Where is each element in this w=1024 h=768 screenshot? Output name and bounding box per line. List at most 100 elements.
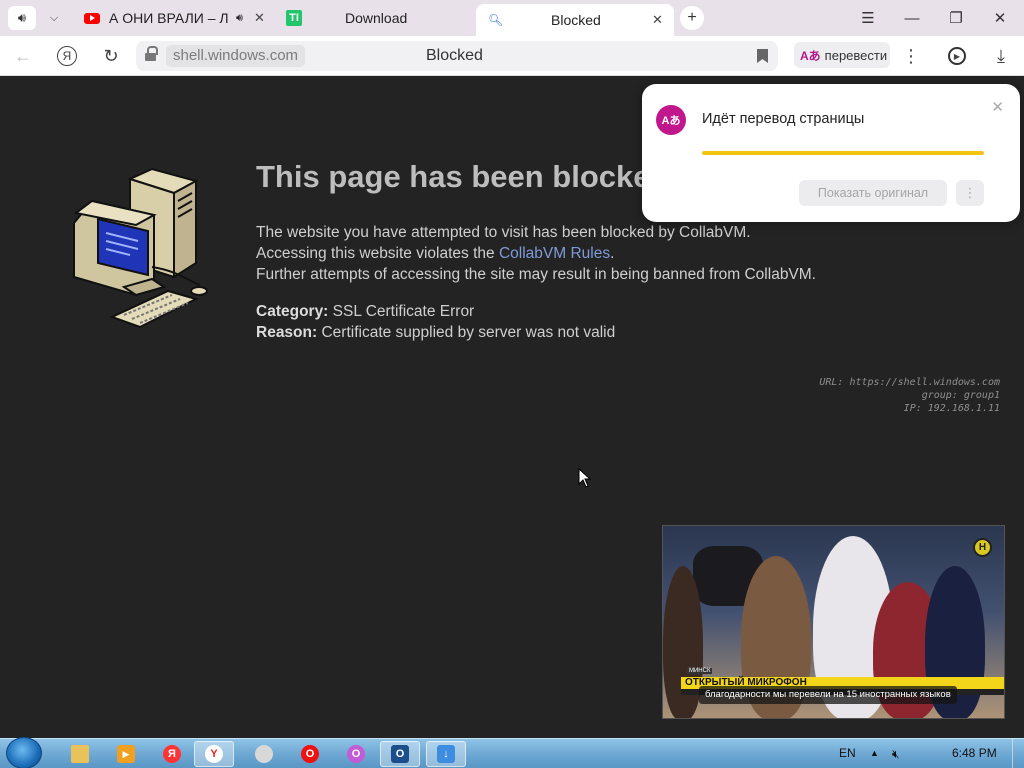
yandex-button[interactable]: Я	[54, 44, 80, 68]
language-indicator[interactable]: EN	[839, 746, 856, 760]
more-options-button[interactable]: ⋮	[898, 44, 924, 68]
omnibox-page-title: Blocked	[426, 47, 483, 64]
taskbar-yandex-browser[interactable]: Y	[194, 741, 234, 767]
chevron-down-icon: ⌵	[49, 11, 59, 24]
plus-icon: +	[687, 9, 697, 26]
omnibox[interactable]: shell.windows.com Blocked	[136, 41, 778, 71]
arrow-left-icon: ←	[14, 45, 32, 66]
taskbar-explorer[interactable]	[60, 741, 100, 767]
reason-label: Reason:	[256, 324, 318, 341]
lock-icon[interactable]	[145, 46, 158, 62]
message-line: Further attempts of accessing the site m…	[256, 266, 816, 283]
restore-icon: ❐	[949, 10, 963, 27]
back-button[interactable]: ←	[10, 44, 36, 68]
page-title: This page has been blocked	[256, 159, 670, 194]
close-icon[interactable]: ✕	[991, 98, 1004, 116]
reason-row: Reason: Certificate supplied by server w…	[256, 322, 615, 343]
progress-fill	[702, 151, 984, 155]
video-subtitle: благодарности мы перевели на 15 иностран…	[699, 686, 957, 704]
translate-progress	[702, 151, 984, 155]
translate-icon: Aあ	[656, 105, 686, 135]
youtube-icon	[84, 12, 100, 24]
minimize-button[interactable]: —	[897, 6, 927, 30]
computer-icon	[73, 167, 208, 329]
taskbar-app-2[interactable]: O	[380, 741, 420, 767]
translate-icon: Aあ	[800, 48, 821, 63]
new-tab-button[interactable]: +	[680, 6, 704, 30]
meta-ip: IP: 192.168.1.11	[903, 403, 1000, 414]
downloads-button[interactable]: ⤓	[988, 44, 1014, 68]
collabvm-rules-link[interactable]: CollabVM Rules	[499, 245, 610, 262]
bookmark-icon[interactable]	[757, 49, 768, 63]
close-icon: ✕	[993, 10, 1007, 27]
speaker-icon: 🔊︎	[17, 10, 27, 25]
taskbar-yandex[interactable]: Я	[152, 741, 192, 767]
video-city: МИНСК	[687, 668, 713, 674]
block-message: The website you have attempted to visit …	[256, 222, 816, 285]
picture-in-picture-video[interactable]: Н МИНСК ОТКРЫТЫЙ МИКРОФОН благодарности …	[662, 525, 1005, 719]
search-icon: 🔍︎	[488, 13, 504, 27]
tab-title: Download	[345, 10, 408, 26]
tl-site-icon: TI	[286, 10, 302, 26]
block-details: Category: SSL Certificate Error Reason: …	[256, 301, 615, 343]
popup-more-button[interactable]: ⋮	[956, 180, 984, 206]
taskbar-opera-gx[interactable]: O	[336, 741, 376, 767]
message-text: Accessing this website violates the	[256, 245, 499, 262]
volume-muted-icon[interactable]: 🔇︎	[892, 747, 900, 762]
taskbar-downloader[interactable]: ↓	[426, 741, 466, 767]
yandex-browser-icon: Y	[205, 745, 223, 763]
folder-icon	[71, 745, 89, 763]
download-icon: ⤓	[997, 45, 1005, 66]
media-button[interactable]: ▶	[944, 44, 970, 68]
meta-group: group: group1	[921, 390, 1000, 401]
translate-button[interactable]: Aあ перевести	[794, 42, 890, 68]
start-button[interactable]	[6, 737, 42, 768]
close-icon[interactable]: ✕	[652, 12, 663, 28]
menu-button[interactable]: ☰	[853, 6, 883, 30]
show-desktop-button[interactable]	[1012, 739, 1024, 768]
media-player-icon: ▶	[117, 745, 135, 763]
message-line: Accessing this website violates the Coll…	[256, 243, 816, 264]
show-original-button[interactable]: Показать оригинал	[799, 180, 947, 206]
video-person-shape	[663, 566, 703, 718]
hamburger-icon: ☰	[861, 10, 875, 27]
clock[interactable]: 6:48 PM	[952, 746, 997, 760]
taskbar-media-player[interactable]: ▶	[106, 741, 146, 767]
category-value: SSL Certificate Error	[332, 303, 475, 320]
tab-title: Blocked	[551, 12, 601, 28]
meta-url: URL: https://shell.windows.com	[819, 377, 1000, 388]
address-bar: ← Я ↻ shell.windows.com Blocked Aあ перев…	[0, 36, 1024, 76]
tab-blocked[interactable]: 🔍︎ Blocked ✕	[476, 4, 674, 36]
domain-pill[interactable]: shell.windows.com	[166, 45, 306, 67]
tab-list-button[interactable]: ⌵	[40, 6, 68, 30]
translate-label: перевести	[824, 47, 888, 63]
restore-button[interactable]: ❐	[941, 6, 971, 30]
request-meta: URL: https://shell.windows.com group: gr…	[819, 376, 1000, 415]
tab-download[interactable]: TI Download	[286, 4, 466, 32]
tab-title: А ОНИ ВРАЛИ – ЛУ	[109, 10, 229, 26]
play-circle-icon: ▶	[948, 47, 966, 65]
kebab-icon: ⋮	[902, 45, 920, 66]
audio-toggle-button[interactable]: 🔊︎	[8, 6, 36, 30]
message-line: The website you have attempted to visit …	[256, 224, 751, 241]
popup-title: Идёт перевод страницы	[702, 111, 865, 127]
taskbar-opera[interactable]: O	[290, 741, 330, 767]
kebab-icon: ⋮	[963, 185, 977, 200]
reload-icon: ↻	[103, 45, 119, 66]
category-label: Category:	[256, 303, 329, 320]
reload-button[interactable]: ↻	[98, 44, 124, 68]
yandex-logo-icon: Я	[57, 46, 77, 66]
close-window-button[interactable]: ✕	[985, 6, 1015, 30]
taskbar-app[interactable]	[244, 741, 284, 767]
tab-youtube[interactable]: А ОНИ ВРАЛИ – ЛУ 🔊︎ ✕	[84, 4, 274, 32]
show-hidden-icons-icon[interactable]: ▲	[870, 748, 879, 758]
reason-value: Certificate supplied by server was not v…	[321, 324, 616, 341]
taskbar: ▶ Я Y O O O ↓ EN ▲ 🔇︎ 6:48 PM	[0, 737, 1024, 768]
tab-audio-icon: 🔊︎	[236, 11, 243, 24]
app-icon: O	[391, 745, 409, 763]
close-icon[interactable]: ✕	[254, 10, 265, 26]
translate-popup: Aあ Идёт перевод страницы ✕ Показать ориг…	[642, 84, 1020, 222]
opera-icon: O	[301, 745, 319, 763]
message-text: .	[610, 245, 615, 262]
minimize-icon: —	[904, 9, 920, 27]
